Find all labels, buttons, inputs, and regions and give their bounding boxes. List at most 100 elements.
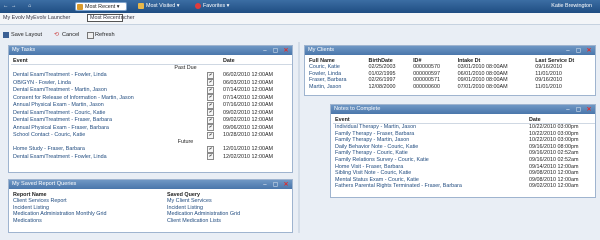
- report-row[interactable]: Incident Listing Incident Listing: [11, 205, 292, 212]
- note-row[interactable]: Fathers Parental Rights Terminated - Fra…: [333, 183, 595, 190]
- task-row[interactable]: Consent for Release of Information - Mar…: [11, 94, 292, 102]
- most-recent-dropdown[interactable]: Most Recent ▾: [75, 2, 127, 11]
- edit-note-icon[interactable]: [207, 86, 214, 94]
- column-divider: [298, 42, 300, 233]
- report-name[interactable]: Client Services Report: [11, 198, 165, 205]
- home-icon[interactable]: ⌂: [28, 2, 36, 11]
- note-event[interactable]: Home Visit - Fraser, Barbara: [333, 164, 527, 171]
- restore-icon[interactable]: ▢: [575, 48, 582, 54]
- note-row[interactable]: Family Therapy - Fraser, Barbara 10/22/20…: [333, 131, 595, 138]
- note-row[interactable]: Mental Status Exam - Couric, Katie 09/08/…: [333, 177, 595, 184]
- edit-note-icon[interactable]: [207, 116, 214, 124]
- note-event[interactable]: Individual Therapy - Martin, Jason: [333, 124, 527, 131]
- close-icon[interactable]: ✕: [586, 48, 592, 54]
- saved-query[interactable]: Incident Listing: [165, 205, 292, 212]
- client-cell[interactable]: Fowler, Linda: [307, 71, 367, 78]
- edit-note-icon[interactable]: [207, 109, 214, 117]
- task-row[interactable]: Dental Exam/Treatment - Fowler, Linda 06/…: [11, 71, 292, 80]
- minimize-icon[interactable]: –: [262, 48, 268, 54]
- note-row[interactable]: Sibling Visit Note - Couric, Katie 09/08/…: [333, 170, 595, 177]
- task-row[interactable]: Dental Exam/Treatment - Fowler, Linda 12/…: [11, 153, 292, 161]
- task-event[interactable]: Dental Exam/Treatment - Fowler, Linda: [11, 153, 205, 161]
- note-row[interactable]: Individual Therapy - Martin, Jason 10/22/…: [333, 124, 595, 131]
- report-name[interactable]: Incident Listing: [11, 205, 165, 212]
- refresh-button[interactable]: Refresh: [87, 31, 115, 40]
- note-row[interactable]: Daily Behavior Note - Couric, Katie 09/16…: [333, 144, 595, 151]
- forward-arrow-icon[interactable]: →: [11, 2, 19, 11]
- save-layout-button[interactable]: Save Layout: [3, 31, 42, 40]
- note-event[interactable]: Daily Behavior Note - Couric, Katie: [333, 144, 527, 151]
- report-row[interactable]: Client Services Report My Client Services: [11, 198, 292, 205]
- group-future[interactable]: Future: [11, 139, 292, 146]
- saved-query[interactable]: Medication Administration Grid: [165, 211, 292, 218]
- note-row[interactable]: Family Relations Survey - Couric, Katie 0…: [333, 157, 595, 164]
- task-row[interactable]: Dental Exam/Treatment - Couric, Katie 09/…: [11, 109, 292, 117]
- task-event[interactable]: School Contact - Couric, Katie: [11, 132, 205, 140]
- task-event[interactable]: Home Study - Fraser, Barbara: [11, 146, 205, 154]
- group-past-due[interactable]: Past Due: [11, 65, 292, 72]
- restore-icon[interactable]: ▢: [272, 182, 279, 188]
- note-event[interactable]: Family Relations Survey - Couric, Katie: [333, 157, 527, 164]
- note-event[interactable]: Family Therapy - Couric, Katie: [333, 150, 527, 157]
- task-row[interactable]: School Contact - Couric, Katie 10/28/2010…: [11, 131, 292, 140]
- edit-note-icon[interactable]: [207, 145, 214, 153]
- note-event[interactable]: Family Therapy - Fraser, Barbara: [333, 131, 527, 138]
- edit-note-icon[interactable]: [207, 101, 214, 109]
- client-row[interactable]: Couric, Katie 02/25/2003 000000570 03/01/20…: [307, 64, 595, 71]
- task-event[interactable]: Dental Exam/Treatment - Couric, Katie: [11, 109, 205, 117]
- edit-note-icon[interactable]: [207, 71, 214, 79]
- note-row[interactable]: Family Therapy - Martin, Jason 10/22/2010…: [333, 137, 595, 144]
- report-name[interactable]: Medication Administration Monthly Grid: [11, 211, 165, 218]
- task-event[interactable]: Dental Exam/Treatment - Martin, Jason: [11, 87, 205, 95]
- close-icon[interactable]: ✕: [283, 182, 289, 188]
- favorites-dropdown[interactable]: Favorites ▾: [194, 2, 240, 11]
- breadcrumb-my-evolv[interactable]: My Evolv: [3, 15, 25, 21]
- edit-note-icon[interactable]: [207, 131, 214, 139]
- restore-icon[interactable]: ▢: [272, 48, 279, 54]
- minimize-icon[interactable]: –: [565, 48, 571, 54]
- note-event[interactable]: Fathers Parental Rights Terminated - Fra…: [333, 183, 527, 190]
- edit-note-icon[interactable]: [207, 153, 214, 161]
- task-row[interactable]: Annual Physical Exam - Fraser, Barbara 09…: [11, 124, 292, 132]
- report-row[interactable]: Medication Administration Monthly Grid Me…: [11, 211, 292, 218]
- note-event[interactable]: Family Therapy - Martin, Jason: [333, 137, 527, 144]
- task-row[interactable]: OB/GYN - Fowler, Linda 06/03/2010 12:00AM: [11, 79, 292, 87]
- client-cell[interactable]: Martin, Jason: [307, 84, 367, 91]
- task-event[interactable]: Dental Exam/Treatment - Fraser, Barbara: [11, 117, 205, 125]
- most-visited-dropdown[interactable]: Most Visited ▾: [137, 2, 189, 11]
- task-event[interactable]: Consent for Release of Information - Mar…: [11, 94, 205, 102]
- edit-note-icon[interactable]: [207, 94, 214, 102]
- close-icon[interactable]: ✕: [586, 107, 592, 113]
- note-event[interactable]: Sibling Visit Note - Couric, Katie: [333, 170, 527, 177]
- report-row[interactable]: Medications Client Medication Lists: [11, 218, 292, 225]
- restore-icon[interactable]: ▢: [575, 107, 582, 113]
- breadcrumb-launcher[interactable]: MyEvolv Launcher: [26, 15, 70, 21]
- task-row[interactable]: Home Study - Fraser, Barbara 12/01/2010 1…: [11, 145, 292, 154]
- cancel-button[interactable]: ⟲ Cancel: [54, 31, 79, 40]
- client-row[interactable]: Martin, Jason 12/08/2000 000000600 07/01/20…: [307, 84, 595, 91]
- report-name[interactable]: Medications: [11, 218, 165, 225]
- task-event[interactable]: Annual Physical Exam - Fraser, Barbara: [11, 124, 205, 132]
- client-cell[interactable]: Fraser, Barbara: [307, 77, 367, 84]
- saved-query[interactable]: My Client Services: [165, 198, 292, 205]
- back-arrow-icon[interactable]: ←: [3, 2, 11, 11]
- saved-query[interactable]: Client Medication Lists: [165, 218, 292, 225]
- task-row[interactable]: Dental Exam/Treatment - Martin, Jason 07/…: [11, 86, 292, 95]
- task-event[interactable]: Dental Exam/Treatment - Fowler, Linda: [11, 72, 205, 80]
- minimize-icon[interactable]: –: [262, 182, 268, 188]
- user-name[interactable]: Katie Brewington: [551, 2, 592, 11]
- task-row[interactable]: Annual Physical Exam - Martin, Jason 07/1…: [11, 101, 292, 110]
- note-event[interactable]: Mental Status Exam - Couric, Katie: [333, 177, 527, 184]
- edit-note-icon[interactable]: [207, 124, 214, 132]
- note-row[interactable]: Family Therapy - Couric, Katie 09/16/2010…: [333, 150, 595, 157]
- task-event[interactable]: OB/GYN - Fowler, Linda: [11, 79, 205, 87]
- client-row[interactable]: Fraser, Barbara 02/26/1997 000000571 09/01/…: [307, 77, 595, 84]
- task-event[interactable]: Annual Physical Exam - Martin, Jason: [11, 102, 205, 110]
- client-cell[interactable]: Couric, Katie: [307, 64, 367, 71]
- close-icon[interactable]: ✕: [283, 48, 289, 54]
- note-row[interactable]: Home Visit - Fraser, Barbara 09/14/2010 1…: [333, 164, 595, 171]
- client-row[interactable]: Fowler, Linda 01/02/1995 000000597 06/01/20…: [307, 71, 595, 78]
- minimize-icon[interactable]: –: [565, 107, 571, 113]
- edit-note-icon[interactable]: [207, 79, 214, 87]
- task-row[interactable]: Dental Exam/Treatment - Fraser, Barbara 0…: [11, 116, 292, 125]
